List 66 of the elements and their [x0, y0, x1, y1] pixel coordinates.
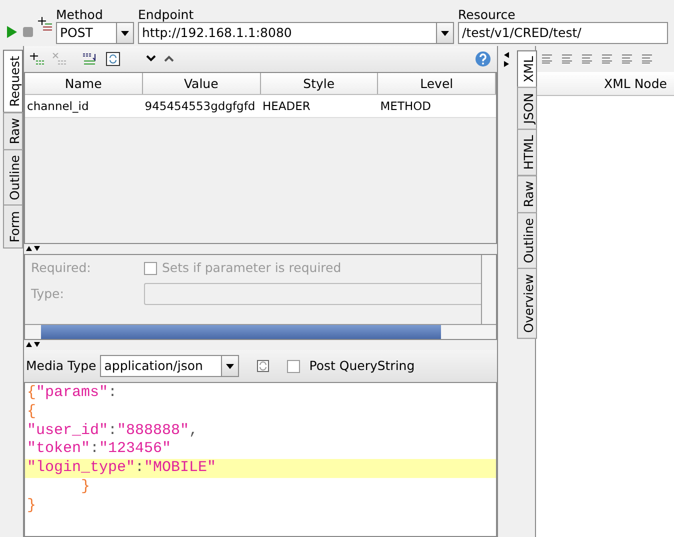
- type-field[interactable]: [144, 283, 484, 305]
- checkbox[interactable]: [287, 360, 300, 372]
- splitter-arrows-icon[interactable]: [26, 341, 40, 348]
- caret-icon: [121, 30, 129, 36]
- field-label: Required:: [31, 258, 92, 277]
- column-header[interactable]: Value: [142, 73, 260, 94]
- checkbox-label: Post QueryString: [309, 356, 415, 375]
- code-line: "user_id":"888888",: [26, 422, 200, 440]
- table-cell-text: HEADER: [262, 98, 312, 115]
- code-line: "token":"123456": [26, 440, 172, 460]
- table-cell-text: channel_id: [26, 98, 90, 115]
- refresh-icon[interactable]: [257, 360, 270, 372]
- align-icon[interactable]: [602, 54, 612, 64]
- add-row-icon[interactable]: [30, 53, 44, 65]
- resource-field[interactable]: /test/v1/CRED/test/: [458, 22, 668, 44]
- resource-label: Resource: [458, 7, 516, 22]
- column-header[interactable]: Name: [25, 73, 143, 94]
- align-icon[interactable]: [622, 54, 632, 64]
- endpoint-field[interactable]: http://192.168.1.1:8080: [138, 22, 437, 44]
- response-tab[interactable]: JSON: [517, 87, 537, 130]
- column-header[interactable]: Style: [260, 73, 378, 94]
- request-tab[interactable]: Form: [3, 205, 23, 249]
- caret-icon: [226, 364, 234, 368]
- splitter-arrows-icon[interactable]: [26, 245, 40, 252]
- request-tab[interactable]: Request: [3, 50, 23, 113]
- request-tab[interactable]: Raw: [3, 112, 23, 150]
- body-editor[interactable]: {"params": { "user_id":"888888", "token":"123456" "login_type":"MOBILE" } }: [24, 382, 497, 537]
- table-cell-text: METHOD: [379, 98, 432, 115]
- align-icon[interactable]: [562, 54, 572, 64]
- run-icon[interactable]: [6, 25, 18, 39]
- align-icon[interactable]: [642, 54, 652, 64]
- help-icon[interactable]: [475, 51, 491, 67]
- field-label: Type:: [31, 284, 65, 303]
- chevron-up-icon[interactable]: [164, 55, 174, 63]
- endpoint-dropdown-button[interactable]: [437, 22, 454, 44]
- refresh-icon[interactable]: [106, 52, 120, 66]
- media-type-dropdown-button[interactable]: [222, 355, 240, 377]
- code-line: }: [26, 496, 38, 516]
- checkbox-label: Sets if parameter is required: [162, 258, 342, 277]
- add-endpoint-icon[interactable]: [38, 16, 52, 32]
- method-field[interactable]: POST: [56, 22, 117, 44]
- vertical-scrollbar[interactable]: [481, 255, 496, 325]
- code-line: }: [80, 478, 92, 497]
- field-label: Media Type: [26, 356, 96, 375]
- stop-icon[interactable]: [22, 26, 34, 38]
- response-tab[interactable]: Overview: [517, 268, 537, 340]
- response-tab[interactable]: Raw: [517, 174, 537, 214]
- code-line: {: [26, 402, 38, 422]
- response-tab[interactable]: XML: [517, 50, 537, 88]
- caret-icon: [441, 30, 449, 36]
- horizontal-scrollbar[interactable]: [25, 324, 496, 339]
- endpoint-label: Endpoint: [138, 7, 195, 22]
- method-dropdown-button[interactable]: [117, 22, 134, 44]
- collapse-arrows-icon[interactable]: [502, 52, 510, 68]
- align-icon[interactable]: [542, 54, 552, 64]
- table-cell-text: 945454553gdgfgfd: [144, 98, 256, 115]
- column-header[interactable]: Level: [378, 73, 496, 94]
- media-type-field[interactable]: application/json: [100, 355, 222, 377]
- request-tab[interactable]: Outline: [3, 149, 23, 206]
- chevron-down-icon[interactable]: [146, 55, 156, 63]
- response-tab[interactable]: Outline: [517, 212, 537, 270]
- method-label: Method: [56, 7, 104, 22]
- align-icon[interactable]: [582, 54, 592, 64]
- checkbox[interactable]: [144, 262, 157, 274]
- response-tab[interactable]: HTML: [517, 129, 537, 176]
- code-line: {"params":: [26, 384, 118, 403]
